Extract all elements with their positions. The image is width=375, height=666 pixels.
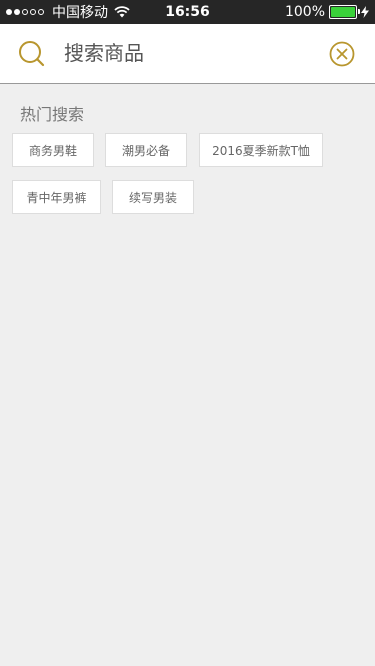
hot-search-title: 热门搜索 [20, 105, 85, 124]
search-icon[interactable] [18, 40, 46, 68]
hot-search-tag[interactable]: 潮男必备 [105, 133, 187, 167]
status-bar: 中国移动 16:56 100% [0, 0, 375, 24]
battery-icon [329, 5, 360, 19]
hot-search-tag[interactable]: 商务男鞋 [12, 133, 94, 167]
battery-fill [331, 7, 355, 17]
search-input[interactable] [64, 37, 314, 69]
close-circle-icon[interactable] [329, 41, 355, 67]
search-bar [0, 24, 375, 84]
bolt-icon [361, 6, 369, 18]
hot-search-tag[interactable]: 青中年男裤 [12, 180, 101, 214]
hot-search-tag[interactable]: 2016夏季新款T恤 [199, 133, 323, 167]
hot-search-tag[interactable]: 续写男装 [112, 180, 194, 214]
status-right: 100% [285, 0, 369, 24]
battery-percent: 100% [284, 4, 325, 20]
